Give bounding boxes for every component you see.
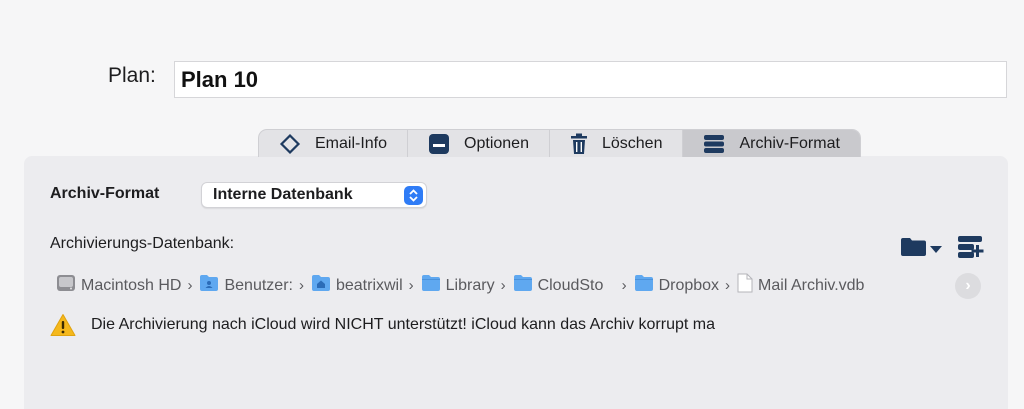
database-add-icon — [957, 236, 985, 263]
tab-email-info[interactable]: Email-Info — [259, 130, 409, 157]
path-item-label: beatrixwil — [335, 276, 403, 294]
plan-label: Plan: — [108, 64, 156, 87]
path-item-label: Benutzer: — [224, 276, 293, 294]
folder-menu-icon — [900, 238, 946, 262]
choose-folder-button[interactable] — [900, 236, 946, 263]
diamond-icon — [279, 133, 301, 155]
tab-loeschen[interactable]: Löschen — [550, 130, 684, 157]
tab-bar: Email-Info Optionen Löschen Archiv-Forma… — [258, 129, 861, 157]
archive-format-select[interactable]: Interne Datenbank — [201, 182, 427, 208]
path-item-label: Macintosh HD — [81, 276, 182, 294]
database-icon — [703, 134, 725, 154]
archive-format-label: Archiv-Format — [50, 185, 160, 202]
document-icon — [737, 273, 753, 298]
folder-icon — [421, 274, 441, 297]
path-item-mail-archiv[interactable]: Mail Archiv.vdb — [737, 273, 864, 298]
hard-drive-icon — [56, 273, 76, 298]
path-item-cloudstorage[interactable]: CloudSto — [513, 274, 616, 297]
path-item-dropbox[interactable]: Dropbox — [634, 274, 719, 297]
tab-label: Email-Info — [315, 134, 388, 152]
chevron-right-icon: › — [187, 277, 193, 294]
chevron-right-icon: › — [408, 277, 414, 294]
path-item-label: Library — [445, 276, 495, 294]
chevron-updown-icon — [404, 186, 423, 205]
chevron-right-icon: › — [621, 277, 627, 294]
chevron-right-icon: › — [298, 277, 304, 294]
path-forward-button[interactable]: › — [955, 273, 981, 299]
plan-name-field[interactable] — [174, 61, 1007, 98]
chevron-right-icon: › — [725, 277, 731, 294]
home-folder-icon — [311, 274, 331, 297]
tab-label: Archiv-Format — [739, 134, 840, 152]
folder-icon — [634, 274, 654, 297]
tab-label: Optionen — [464, 134, 529, 152]
options-icon — [428, 133, 450, 155]
path-item-home[interactable]: beatrixwil — [311, 274, 403, 297]
users-folder-icon — [199, 274, 219, 297]
path-item-label: Dropbox — [658, 276, 720, 294]
chevron-right-icon: › — [965, 277, 971, 294]
tab-optionen[interactable]: Optionen — [408, 130, 550, 157]
icloud-warning-text: Die Archivierung nach iCloud wird NICHT … — [91, 316, 715, 333]
database-label: Archivierungs-Datenbank: — [50, 235, 235, 252]
path-item-benutzer[interactable]: Benutzer: — [199, 274, 293, 297]
tab-label: Löschen — [601, 134, 663, 152]
tab-archiv-format[interactable]: Archiv-Format — [683, 130, 860, 157]
folder-icon — [513, 274, 533, 297]
archive-format-value: Interne Datenbank — [213, 186, 353, 203]
chevron-right-icon: › — [500, 277, 506, 294]
path-item-macintosh-hd[interactable]: Macintosh HD — [56, 273, 181, 298]
path-item-library[interactable]: Library — [421, 274, 495, 297]
path-control[interactable]: Macintosh HD › Benutzer: › beatrixwil › … — [56, 273, 864, 298]
add-database-button[interactable] — [957, 235, 985, 264]
warning-icon — [50, 313, 76, 342]
path-item-label: Mail Archiv.vdb — [758, 276, 865, 294]
trash-icon — [570, 133, 588, 155]
path-item-label: CloudSto — [537, 276, 604, 294]
